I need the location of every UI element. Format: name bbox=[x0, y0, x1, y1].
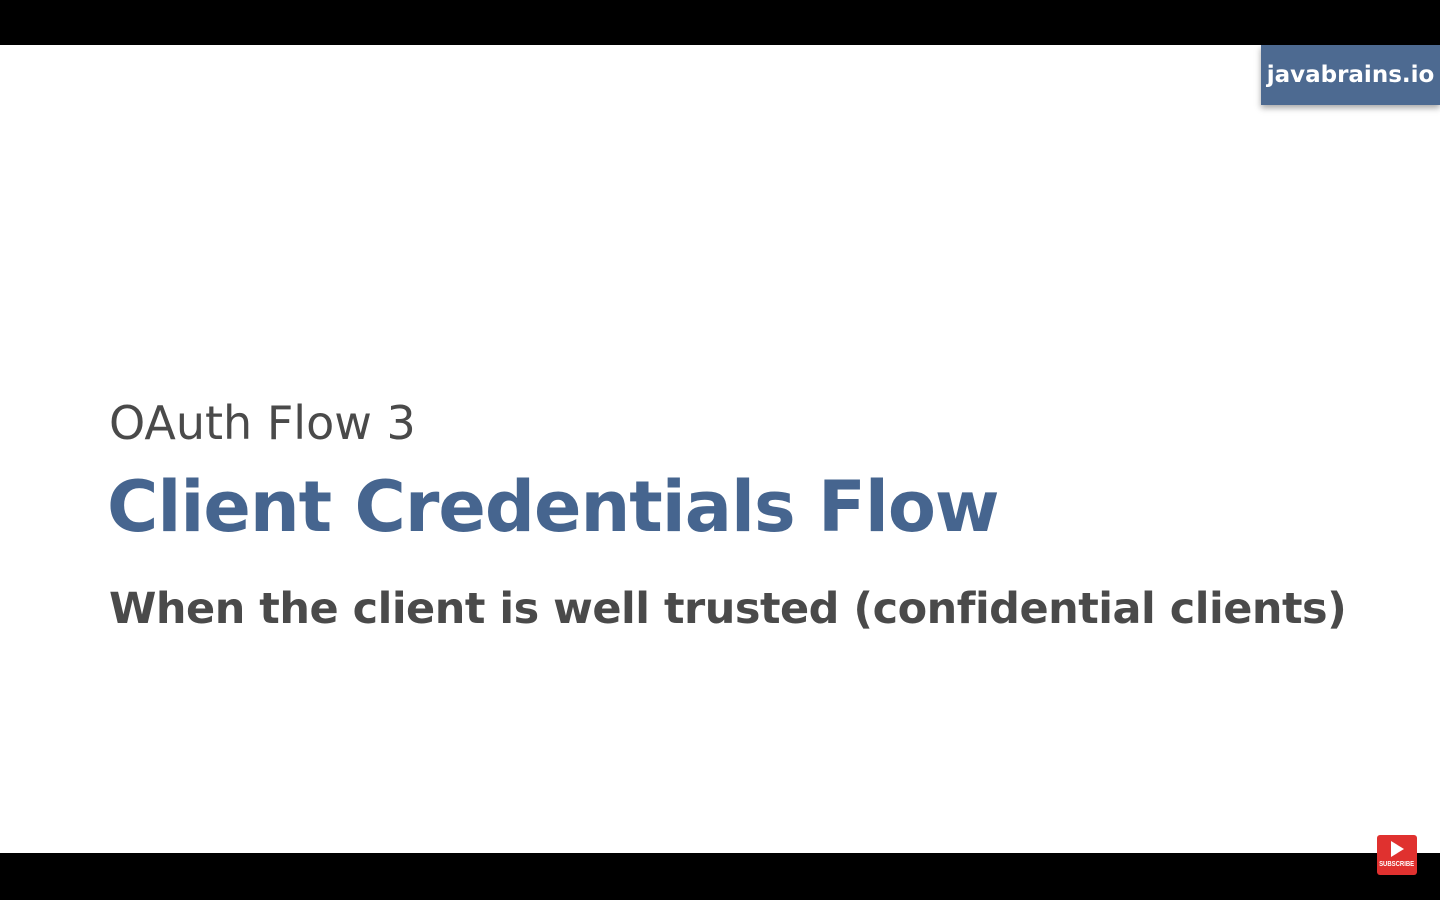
subscribe-label: SUBSCRIBE bbox=[1379, 861, 1415, 868]
slide-kicker: OAuth Flow 3 bbox=[109, 396, 416, 450]
letterbox-top bbox=[0, 0, 1440, 45]
letterbox-bottom bbox=[0, 853, 1440, 900]
brand-badge: javabrains.io bbox=[1261, 45, 1440, 105]
slide-subtitle: When the client is well trusted (confide… bbox=[109, 584, 1347, 634]
slide-title: Client Credentials Flow bbox=[107, 466, 1000, 548]
video-frame: javabrains.io OAuth Flow 3 Client Creden… bbox=[0, 0, 1440, 900]
subscribe-button[interactable]: SUBSCRIBE bbox=[1377, 835, 1417, 875]
slide: javabrains.io OAuth Flow 3 Client Creden… bbox=[0, 45, 1440, 853]
play-icon bbox=[1390, 841, 1404, 857]
